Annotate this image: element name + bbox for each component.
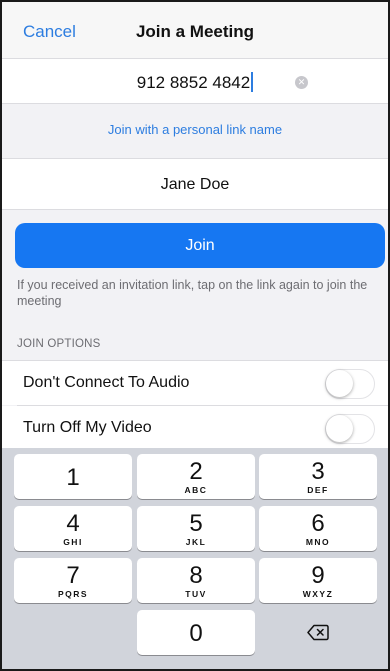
display-name-field[interactable]: Jane Doe: [2, 158, 388, 210]
delete-key[interactable]: [259, 610, 377, 655]
key-digit: 3: [311, 458, 325, 485]
nav-bar: Cancel Join a Meeting: [2, 2, 388, 64]
meeting-id-field[interactable]: 912 8852 4842 ✕: [2, 58, 388, 104]
page-title: Join a Meeting: [135, 22, 255, 41]
key-8[interactable]: 8 TUV: [137, 558, 255, 603]
clear-icon[interactable]: ✕: [295, 76, 308, 89]
option-label-video: Turn Off My Video: [23, 419, 152, 436]
key-letters: TUV: [185, 589, 207, 599]
meeting-id-input[interactable]: 912 8852 4842: [2, 72, 388, 93]
display-name-value: Jane Doe: [160, 176, 230, 193]
key-letters: GHI: [63, 537, 83, 547]
key-0[interactable]: 0: [137, 610, 255, 655]
key-4[interactable]: 4 GHI: [14, 506, 132, 551]
key-digit: 9: [311, 562, 325, 589]
key-5[interactable]: 5 JKL: [137, 506, 255, 551]
text-caret: [251, 72, 254, 92]
numeric-keypad: 1 2 ABC 3 DEF 4 GHI 5 JKL 6 MNO 7 PQRS 8…: [2, 448, 388, 669]
key-digit: 2: [189, 458, 203, 485]
audio-toggle[interactable]: [325, 369, 375, 399]
key-6[interactable]: 6 MNO: [259, 506, 377, 551]
key-digit: 5: [189, 510, 203, 537]
meeting-id-value: 912 8852 4842: [136, 73, 251, 92]
key-digit: 7: [66, 562, 80, 589]
backspace-icon: [307, 624, 329, 641]
key-letters: PQRS: [57, 589, 89, 599]
key-9[interactable]: 9 WXYZ: [259, 558, 377, 603]
key-letters: DEF: [307, 485, 329, 495]
option-label-audio: Don't Connect To Audio: [23, 374, 190, 391]
video-toggle[interactable]: [325, 414, 375, 444]
key-7[interactable]: 7 PQRS: [14, 558, 132, 603]
key-digit: 0: [189, 620, 203, 647]
key-2[interactable]: 2 ABC: [137, 454, 255, 499]
key-letters: ABC: [184, 485, 208, 495]
key-digit: 4: [66, 510, 80, 537]
key-letters: MNO: [305, 537, 331, 547]
phone-screen: Cancel Join a Meeting 912 8852 4842 ✕ Jo…: [0, 0, 390, 671]
key-digit: 6: [311, 510, 325, 537]
personal-link-name-link[interactable]: Join with a personal link name: [2, 122, 388, 137]
key-1[interactable]: 1: [14, 454, 132, 499]
join-button[interactable]: Join: [15, 223, 385, 268]
key-letters: JKL: [185, 537, 207, 547]
toggle-knob: [326, 370, 353, 397]
key-digit: 1: [66, 464, 80, 491]
toggle-knob: [326, 415, 353, 442]
key-digit: 8: [189, 562, 203, 589]
key-letters: WXYZ: [302, 589, 334, 599]
join-options-header: JOIN OPTIONS: [17, 338, 101, 350]
option-row-video: Turn Off My Video: [2, 406, 388, 450]
invitation-hint: If you received an invitation link, tap …: [17, 278, 368, 308]
key-3[interactable]: 3 DEF: [259, 454, 377, 499]
option-row-audio: Don't Connect To Audio: [2, 360, 388, 405]
